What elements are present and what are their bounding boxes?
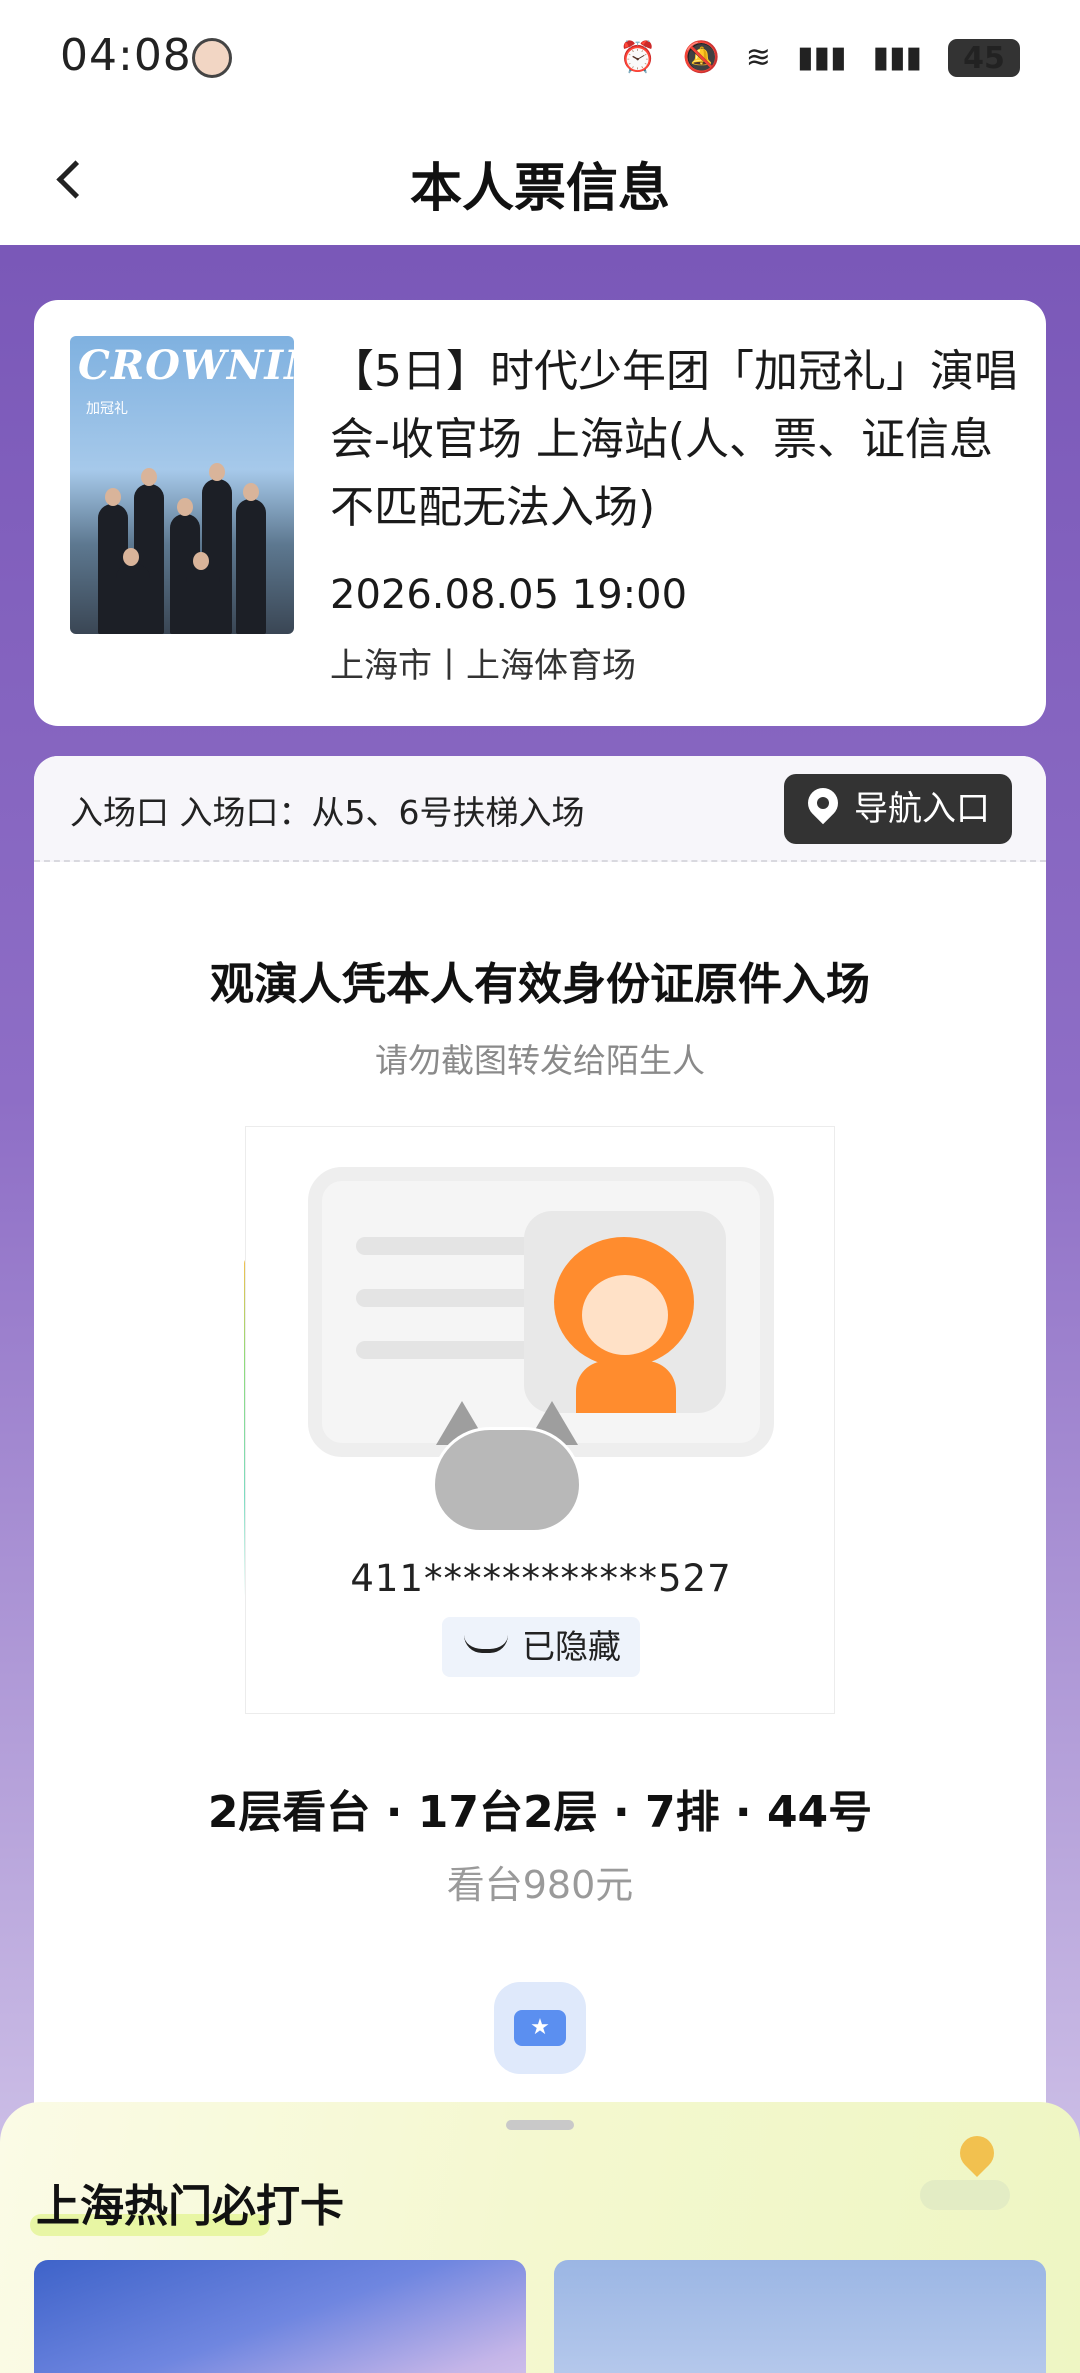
signal-5a-icon: ▮▮▮: [872, 40, 922, 75]
status-avatar-icon: [192, 38, 232, 78]
ticket-icon: ★: [514, 2010, 566, 2046]
battery-icon: 45: [948, 39, 1020, 77]
nav-bar: 本人票信息: [0, 120, 1080, 245]
wifi-icon: ≋: [745, 40, 771, 75]
poster-subtitle: 加冠礼: [86, 401, 128, 417]
navigation-button-label: 导航入口: [854, 789, 990, 829]
navigation-entrance-button[interactable]: 导航入口: [784, 774, 1012, 844]
concert-venue: 上海市丨上海体育场: [330, 646, 636, 686]
attraction-card[interactable]: [554, 2260, 1046, 2373]
price-info: 看台980元: [446, 1863, 634, 1907]
sheet-drag-handle[interactable]: [506, 2120, 574, 2130]
id-card-line: [356, 1289, 532, 1307]
signal-4g-icon: ▮▮▮: [796, 40, 847, 75]
location-pin-icon: [806, 788, 840, 828]
status-time: 04:08: [60, 30, 192, 81]
poster-group-image: [90, 434, 276, 634]
attraction-card[interactable]: [34, 2260, 526, 2373]
map-pin-decoration-icon: [920, 2136, 1010, 2216]
seat-info: 2层看台 · 17台2层 · 7排 · 44号: [207, 1787, 873, 1838]
page-title: 本人票信息: [409, 159, 670, 219]
hidden-label: 已隐藏: [522, 1627, 621, 1666]
id-notice: 观演人凭本人有效身份证原件入场: [210, 959, 870, 1010]
status-bar: 04:08 ⏰ 🔕 ≋ ▮▮▮ ▮▮▮ 45: [0, 0, 1080, 120]
cat-sticker-icon: [422, 1397, 590, 1533]
eye-closed-icon: [464, 1635, 508, 1653]
id-number: 411************527: [350, 1557, 732, 1600]
entrance-bar: 入场口 入场口：从5、6号扶梯入场 导航入口: [34, 756, 1046, 862]
status-icons: ⏰ 🔕 ≋ ▮▮▮ ▮▮▮ 45: [619, 38, 1020, 78]
id-card-line: [356, 1341, 532, 1359]
concert-datetime: 2026.08.05 19:00: [330, 572, 688, 618]
concert-poster: CROWNING 加冠礼: [70, 336, 294, 634]
ticket-switch-button[interactable]: ★: [494, 1982, 586, 2074]
id-photo-slot: [524, 1211, 726, 1413]
id-card-line: [356, 1237, 532, 1255]
bottom-sheet[interactable]: 上海热门必打卡: [0, 2102, 1080, 2373]
concert-title: 【5日】时代少年团「加冠礼」演唱会-收官场 上海站(人、票、证信息不匹配无法入场…: [330, 346, 1018, 533]
entrance-info: 入场口 入场口：从5、6号扶梯入场: [70, 793, 585, 832]
mute-icon: 🔕: [682, 40, 720, 75]
id-card-panel: 411************527 已隐藏: [245, 1126, 835, 1714]
hidden-toggle-button[interactable]: 已隐藏: [442, 1617, 640, 1677]
alarm-icon: ⏰: [619, 40, 657, 75]
concert-card[interactable]: CROWNING 加冠礼 【5日】时代少年团「加冠礼」演唱会-收官场 上海站(人…: [34, 300, 1046, 726]
ticket-card: 入场口 入场口：从5、6号扶梯入场 导航入口 观演人凭本人有效身份证原件入场 请…: [34, 756, 1046, 2156]
screenshot-warning: 请勿截图转发给陌生人: [375, 1041, 705, 1080]
poster-title: CROWNING: [78, 342, 294, 389]
sheet-title: 上海热门必打卡: [36, 2181, 344, 2232]
